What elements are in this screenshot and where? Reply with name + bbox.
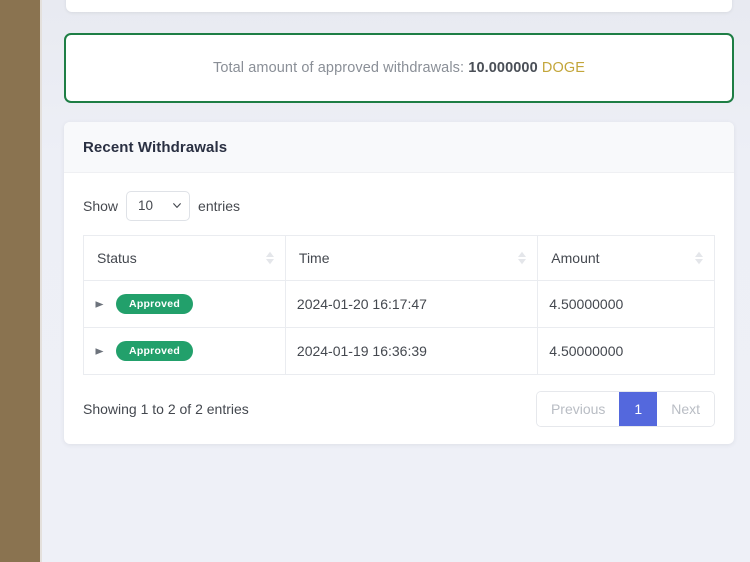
expand-row-caret-icon[interactable] (95, 347, 105, 356)
column-header-amount-label: Amount (551, 250, 600, 266)
table-header-row: Status Time Amount (83, 235, 715, 281)
table-footer: Showing 1 to 2 of 2 entries Previous 1 N… (83, 391, 715, 427)
column-header-time[interactable]: Time (284, 235, 539, 281)
pagination-previous-button[interactable]: Previous (536, 392, 620, 426)
table-row[interactable]: Approved 2024-01-20 16:17:47 4.50000000 (83, 280, 715, 328)
column-header-amount[interactable]: Amount (537, 235, 715, 281)
recent-withdrawals-card: Recent Withdrawals Show 10 25 50 100 (64, 122, 734, 444)
total-approved-label: Total amount of approved withdrawals: (213, 60, 465, 76)
total-approved-currency: DOGE (541, 60, 585, 76)
entries-select-wrapper[interactable]: 10 25 50 100 (126, 191, 191, 221)
status-badge: Approved (116, 341, 194, 361)
total-approved-text: Total amount of approved withdrawals: 10… (213, 60, 585, 76)
cell-time: 2024-01-20 16:17:47 (284, 280, 539, 328)
column-header-status-label: Status (97, 250, 137, 266)
cell-status: Approved (83, 280, 286, 328)
previous-card-partial (66, 0, 732, 12)
pagination: Previous 1 Next (535, 391, 715, 427)
column-header-status[interactable]: Status (83, 235, 286, 281)
show-label: Show (83, 198, 119, 214)
status-badge: Approved (116, 294, 194, 314)
cell-status: Approved (83, 327, 286, 375)
table-body: Approved 2024-01-20 16:17:47 4.50000000 (83, 280, 715, 375)
pagination-page-1-button[interactable]: 1 (619, 392, 658, 426)
page-content: Total amount of approved withdrawals: 10… (42, 0, 750, 562)
withdrawals-table: Status Time Amount Approved 2024-01-20 1… (83, 235, 715, 375)
cell-amount: 4.50000000 (537, 327, 715, 375)
entries-per-page-select[interactable]: 10 25 50 100 (126, 191, 191, 221)
total-approved-amount: 10.000000 (468, 60, 538, 76)
sidebar-divider (40, 0, 42, 562)
cell-time: 2024-01-19 16:36:39 (284, 327, 539, 375)
cell-amount: 4.50000000 (537, 280, 715, 328)
table-head: Status Time Amount (83, 235, 715, 281)
left-sidebar-strip (0, 0, 40, 562)
table-length-control: Show 10 25 50 100 entries (83, 191, 715, 221)
status-cell-content: Approved (95, 294, 272, 314)
table-row[interactable]: Approved 2024-01-19 16:36:39 4.50000000 (83, 327, 715, 375)
total-approved-banner: Total amount of approved withdrawals: 10… (64, 33, 734, 103)
pagination-next-button[interactable]: Next (657, 392, 714, 426)
status-cell-content: Approved (95, 341, 272, 361)
card-body: Show 10 25 50 100 entries (64, 173, 734, 444)
column-header-time-label: Time (298, 250, 330, 266)
card-header: Recent Withdrawals (64, 122, 734, 173)
page-title: Recent Withdrawals (83, 139, 228, 156)
expand-row-caret-icon[interactable] (95, 300, 105, 309)
sort-both-icon (695, 251, 703, 265)
entries-label: entries (198, 198, 241, 214)
table-info: Showing 1 to 2 of 2 entries (83, 401, 249, 417)
sort-both-icon (265, 251, 274, 265)
sort-both-icon (518, 251, 527, 265)
